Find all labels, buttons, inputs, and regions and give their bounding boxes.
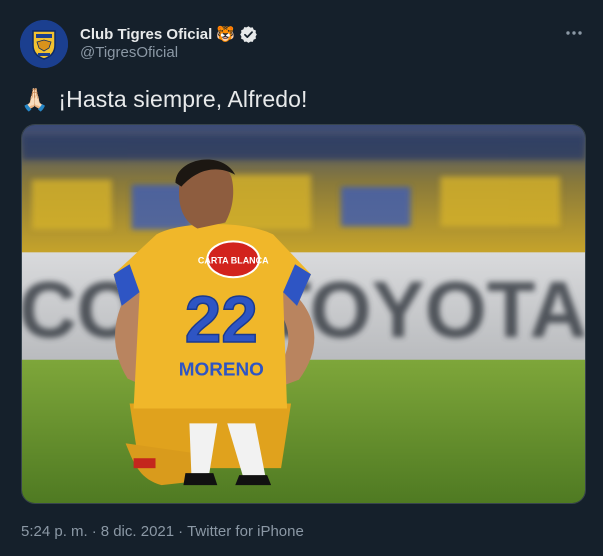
photo-illustration: COPA TOYOTA CARTA BLANCA 22 MO xyxy=(22,125,585,503)
tweet-photo[interactable]: COPA TOYOTA CARTA BLANCA 22 MO xyxy=(21,124,586,504)
jersey-number: 22 xyxy=(185,283,258,356)
tweet-time[interactable]: 5:24 p. m. xyxy=(21,523,88,540)
more-horizontal-icon[interactable] xyxy=(563,24,585,42)
tigres-crest-icon xyxy=(20,20,68,68)
verified-badge-icon xyxy=(239,25,258,44)
tweet: Club Tigres Oficial 🐯 @TigresOficial 🙏🏻 … xyxy=(0,0,603,556)
tweet-source[interactable]: Twitter for iPhone xyxy=(187,523,304,540)
avatar[interactable] xyxy=(20,20,68,68)
author-handle[interactable]: @TigresOficial xyxy=(80,44,178,61)
tweet-text-row: 🙏🏻 ¡Hasta siempre, Alfredo! xyxy=(21,86,308,113)
author-name-row: Club Tigres Oficial 🐯 xyxy=(80,23,258,45)
tweet-text: ¡Hasta siempre, Alfredo! xyxy=(58,86,308,112)
jersey-sponsor-text: CARTA BLANCA xyxy=(198,255,269,265)
tweet-date[interactable]: 8 dic. 2021 xyxy=(101,523,174,540)
jersey-name: MORENO xyxy=(179,360,264,381)
meta-separator: · xyxy=(178,523,184,540)
meta-separator: · xyxy=(91,523,97,540)
tiger-emoji: 🐯 xyxy=(216,25,235,43)
tweet-meta: 5:24 p. m. · 8 dic. 2021 · Twitter for iPhon… xyxy=(21,523,304,540)
display-name[interactable]: Club Tigres Oficial xyxy=(80,26,212,43)
folded-hands-emoji: 🙏🏻 xyxy=(21,86,49,112)
